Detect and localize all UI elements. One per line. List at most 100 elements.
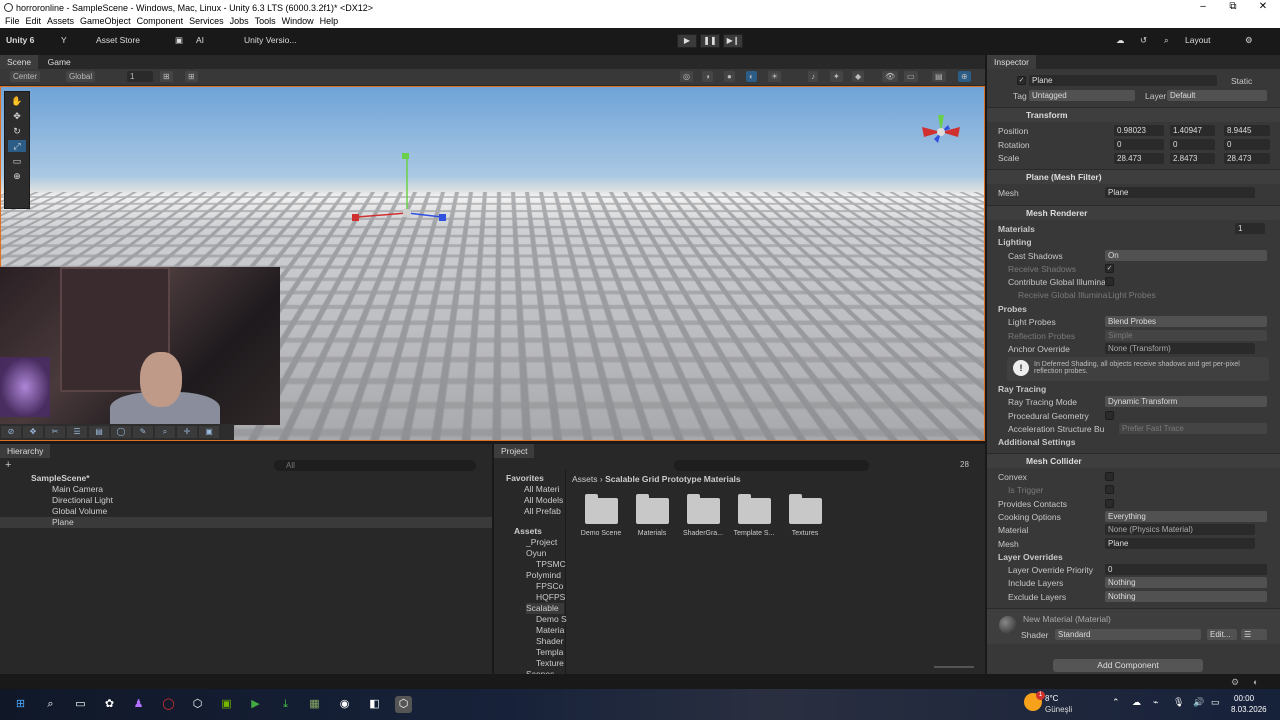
hierarchy-item-global-volume[interactable]: Global Volume [0, 506, 492, 517]
overlay-tool-icon[interactable]: ⊘ [1, 426, 21, 438]
layer-dropdown[interactable]: Default [1167, 90, 1267, 101]
overlay-tool-icon[interactable]: ▤ [89, 426, 109, 438]
hierarchy-search-input[interactable]: All [274, 460, 476, 471]
move-tool-icon[interactable]: ✥ [8, 110, 26, 122]
hierarchy-item-plane[interactable]: Plane [0, 517, 492, 528]
overlay-tool-icon[interactable]: ☰ [67, 426, 87, 438]
menu-gameobject[interactable]: GameObject [80, 15, 131, 28]
overlay-tool-icon[interactable]: ✎ [133, 426, 153, 438]
menu-tools[interactable]: Tools [255, 15, 276, 28]
include-layers-dropdown[interactable]: Nothing [1105, 577, 1267, 588]
tree-item-selected[interactable]: Scalable [526, 603, 564, 614]
scale-z-field[interactable]: 28.473 [1224, 153, 1270, 164]
tree-item[interactable]: Polymind [526, 570, 561, 581]
receive-shadows-checkbox[interactable]: ✓ [1105, 264, 1114, 273]
tab-inspector[interactable]: Inspector [987, 55, 1036, 69]
hierarchy-item-directional-light[interactable]: Directional Light [0, 495, 492, 506]
teams-icon[interactable]: ♟ [130, 696, 147, 713]
tree-item[interactable]: Oyun [526, 548, 546, 559]
rotate-tool-icon[interactable]: ↻ [8, 125, 26, 137]
project-search-input[interactable] [674, 460, 869, 471]
lighting-foldout[interactable]: Lighting [998, 237, 1032, 247]
search-icon[interactable]: ⌕ [42, 696, 59, 713]
overlay-tool-icon[interactable]: ✛ [177, 426, 197, 438]
clock-date[interactable]: 8.03.2026 [1231, 705, 1267, 714]
contribute-gi-checkbox[interactable] [1105, 277, 1114, 286]
tree-item[interactable]: Shader [536, 636, 563, 647]
mesh-collider-header[interactable]: Mesh Collider [987, 453, 1280, 468]
tree-item[interactable]: Templa [536, 647, 563, 658]
network-icon[interactable]: ⌁ [1153, 697, 1158, 708]
tree-item[interactable]: Scenes [526, 669, 554, 674]
nvidia-icon[interactable]: ▣ [218, 696, 235, 713]
scale-y-field[interactable]: 2.8473 [1170, 153, 1215, 164]
play-button[interactable]: ▶ [677, 34, 697, 48]
effects-toggle-icon[interactable]: ✦ [830, 71, 843, 82]
speaker-icon[interactable]: 🔊 [1193, 697, 1204, 708]
provides-contacts-checkbox[interactable] [1105, 499, 1114, 508]
menu-edit[interactable]: Edit [26, 15, 42, 28]
overlay-tool-icon[interactable]: ◯ [111, 426, 131, 438]
mesh-renderer-header[interactable]: Mesh Renderer [987, 205, 1280, 220]
menu-assets[interactable]: Assets [47, 15, 74, 28]
tab-scene[interactable]: Scene [0, 55, 39, 69]
exclude-layers-dropdown[interactable]: Nothing [1105, 591, 1267, 602]
progress-icon[interactable]: ◐ [1253, 677, 1258, 687]
asset-store-button[interactable]: Asset Store [96, 35, 140, 45]
task-view-icon[interactable]: ▭ [72, 696, 89, 713]
tab-project[interactable]: Project [494, 444, 535, 458]
version-control-dropdown[interactable]: Unity Versio... [244, 35, 296, 45]
active-checkbox[interactable]: ✓ [1017, 76, 1026, 85]
ray-tracing-mode-dropdown[interactable]: Dynamic Transform [1105, 396, 1267, 407]
settings-icon[interactable]: ⚙ [1245, 35, 1253, 46]
account-dropdown[interactable]: Y [61, 35, 67, 45]
increment-snap-icon[interactable]: ⊞ [185, 71, 198, 82]
chevron-up-icon[interactable]: ⌃ [1112, 697, 1120, 708]
gizmos-toggle-icon[interactable]: ⊕ [958, 71, 971, 82]
draw-mode-icon[interactable]: ◎ [680, 71, 693, 82]
override-priority-field[interactable]: 0 [1105, 564, 1267, 575]
battery-icon[interactable]: ▭ [1211, 697, 1220, 708]
scale-x-field[interactable]: 28.473 [1114, 153, 1164, 164]
tree-item[interactable]: FPSCo [536, 581, 563, 592]
ai-button[interactable]: AI [196, 35, 204, 45]
position-z-field[interactable]: 8.9445 [1224, 125, 1270, 136]
minecraft-icon[interactable]: ▦ [306, 696, 323, 713]
overlay-tool-icon[interactable]: ✂ [45, 426, 65, 438]
tab-game[interactable]: Game [41, 55, 78, 69]
app-icon[interactable]: ◧ [366, 696, 383, 713]
layout-dropdown[interactable]: Layout [1185, 35, 1211, 45]
tree-item[interactable]: All Models [524, 495, 563, 506]
folder-textures[interactable]: Textures [780, 494, 830, 537]
menu-file[interactable]: File [5, 15, 20, 28]
transform-header[interactable]: Transform [987, 107, 1280, 122]
visibility-icon[interactable]: 👁 [882, 71, 899, 82]
icon-size-slider[interactable] [934, 666, 974, 668]
lighting-toggle-icon[interactable]: ☀ [768, 71, 782, 82]
probes-foldout[interactable]: Probes [998, 304, 1027, 314]
additional-settings-foldout[interactable]: Additional Settings [998, 437, 1075, 447]
package-icon[interactable]: ▣ [175, 35, 183, 46]
position-y-field[interactable]: 1.40947 [1170, 125, 1215, 136]
tree-item[interactable]: Materia [536, 625, 564, 636]
maximize-button[interactable]: ⧉ [1218, 1, 1248, 12]
debug-icon[interactable]: ⚙ [1231, 677, 1239, 688]
menu-services[interactable]: Services [189, 15, 224, 28]
chrome-icon[interactable]: ◉ [336, 696, 353, 713]
menu-help[interactable]: Help [320, 15, 339, 28]
folder-template[interactable]: Template S... [729, 494, 779, 537]
tree-item[interactable]: HQFPS [536, 592, 565, 603]
shading-solid-icon[interactable]: ● [724, 71, 735, 82]
folder-shadergraph[interactable]: ShaderGra... [678, 494, 728, 537]
grid-step-field[interactable]: 1 [127, 71, 153, 82]
tag-dropdown[interactable]: Untagged [1029, 90, 1135, 101]
microphone-icon[interactable]: 🎙 [1173, 697, 1184, 708]
tree-assets[interactable]: Assets [514, 526, 542, 537]
hierarchy-item-main-camera[interactable]: Main Camera [0, 484, 492, 495]
position-x-field[interactable]: 0.98023 [1114, 125, 1164, 136]
transform-tool-icon[interactable]: ⊕ [8, 170, 26, 182]
is-trigger-checkbox[interactable] [1105, 485, 1114, 494]
overlay-tool-icon[interactable]: ⌕ [155, 426, 175, 438]
materials-foldout[interactable]: Materials [998, 224, 1035, 234]
minimize-button[interactable]: – [1188, 1, 1218, 12]
